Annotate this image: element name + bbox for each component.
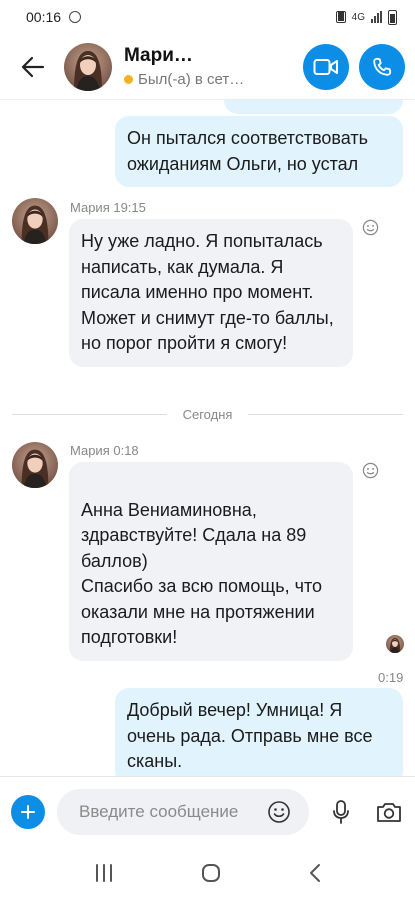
battery-icon [388, 9, 397, 25]
message-text: Добрый вечер! Умница! Я очень рада. Отпр… [127, 700, 373, 771]
shield-icon [69, 11, 82, 23]
message-list[interactable]: Он пытался соответствовать ожиданиям Оль… [0, 100, 415, 776]
status-time: 00:16 [26, 9, 62, 25]
message-text: Анна Вениаминовна, здравствуйте! Сдала н… [81, 499, 323, 648]
add-reaction-icon[interactable] [362, 462, 379, 479]
message-time: 0:19 [378, 670, 404, 685]
camera-button[interactable] [375, 801, 403, 823]
recent-apps-button[interactable] [94, 864, 114, 882]
away-status-dot [124, 75, 133, 84]
chat-header: Мари… Был(-а) в сет… [0, 34, 415, 100]
contact-status: Был(-а) в сет… [124, 71, 303, 88]
outgoing-message-partial[interactable] [224, 100, 403, 114]
emoji-button[interactable] [267, 800, 291, 824]
recent-apps-icon [95, 864, 112, 882]
outgoing-message[interactable]: Он пытался соответствовать ожиданиям Оль… [115, 116, 403, 187]
composer-bar [0, 776, 415, 846]
sender-avatar[interactable] [12, 198, 58, 244]
add-attachment-button[interactable] [11, 794, 45, 829]
back-arrow-icon [21, 56, 45, 77]
sender-name-time: Мария 0:18 [70, 443, 139, 458]
home-button[interactable] [201, 863, 221, 883]
system-nav-bar [0, 846, 415, 900]
incoming-message[interactable]: Ну уже ладно. Я попыталась написать, как… [69, 219, 353, 367]
message-input-container[interactable] [57, 788, 309, 835]
nav-back-icon [309, 864, 320, 882]
audio-call-button[interactable] [359, 43, 405, 90]
date-divider-label: Сегодня [182, 406, 233, 422]
nav-back-button[interactable] [308, 863, 322, 883]
network-type: 4G [351, 11, 365, 23]
message-input[interactable] [79, 801, 267, 822]
camera-icon [377, 802, 401, 822]
video-camera-icon [313, 58, 338, 75]
phone-icon [373, 57, 392, 76]
voice-message-button[interactable] [329, 799, 353, 824]
read-receipt-avatar [386, 635, 404, 653]
status-bar: 00:16 4G [0, 0, 415, 34]
back-button[interactable] [10, 44, 56, 90]
divider-line [248, 413, 404, 415]
signal-icon [371, 11, 382, 23]
microphone-icon [333, 799, 349, 824]
message-text: Ну уже ладно. Я попыталась написать, как… [81, 231, 334, 353]
plus-icon [21, 804, 35, 819]
contact-avatar[interactable] [64, 43, 112, 91]
home-icon [201, 864, 220, 882]
sender-name-time: Мария 19:15 [70, 200, 146, 215]
divider-line [12, 413, 167, 415]
emoji-icon [268, 800, 290, 823]
contact-status-text: Был(-а) в сет… [138, 71, 245, 88]
outgoing-message[interactable]: Добрый вечер! Умница! Я очень рада. Отпр… [115, 688, 403, 776]
contact-name: Мари… [124, 45, 193, 66]
date-divider: Сегодня [12, 405, 404, 423]
video-call-button[interactable] [303, 43, 349, 90]
contact-info[interactable]: Мари… Был(-а) в сет… [124, 45, 303, 88]
battery-saver-icon [335, 11, 346, 23]
incoming-message[interactable]: Анна Вениаминовна, здравствуйте! Сдала н… [69, 462, 353, 661]
message-text: Он пытался соответствовать ожиданиям Оль… [127, 128, 369, 174]
add-reaction-icon[interactable] [362, 219, 379, 236]
sender-avatar[interactable] [12, 442, 58, 488]
status-icons: 4G [335, 9, 397, 25]
